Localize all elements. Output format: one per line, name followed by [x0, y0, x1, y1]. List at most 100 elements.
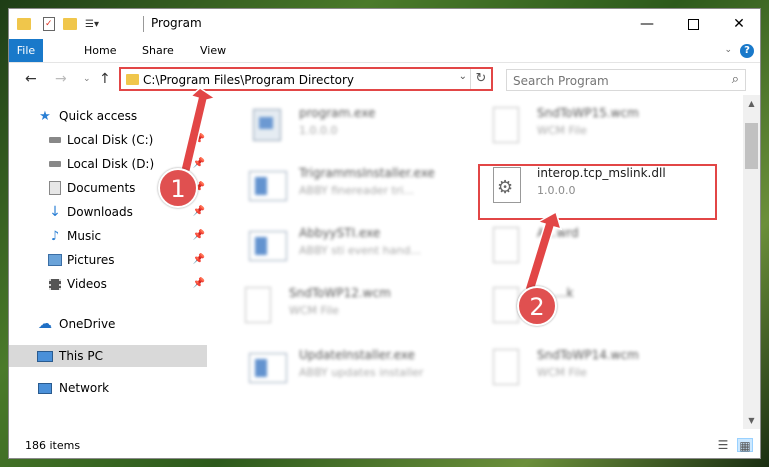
- scroll-down-icon[interactable]: ▼: [743, 412, 760, 429]
- navigation-pane: ★ Quick access Local Disk (C:) 📌 Local D…: [9, 99, 207, 429]
- pin-icon[interactable]: 📌: [193, 278, 205, 289]
- step-2-badge: 2: [517, 286, 557, 326]
- sidebar-item-pictures[interactable]: Pictures 📌: [9, 249, 207, 271]
- scroll-up-icon[interactable]: ▲: [743, 95, 760, 112]
- close-icon: ✕: [733, 16, 745, 32]
- installer-icon: [249, 103, 285, 147]
- list-item[interactable]: UpdateInstaller.exe ABBY updates install…: [233, 337, 473, 397]
- address-bar[interactable]: C:\Program Files\Program Directory ⌄ ↻: [119, 67, 493, 91]
- tiles-view-icon[interactable]: ▦: [737, 438, 753, 453]
- file-name: SndToWP12.wcm: [289, 286, 391, 300]
- list-item[interactable]: program.exe 1.0.0.0: [233, 95, 473, 155]
- music-icon: ♪: [50, 228, 60, 244]
- back-arrow-icon[interactable]: ←: [25, 71, 37, 87]
- sidebar-item-quick-access[interactable]: ★ Quick access: [9, 105, 207, 127]
- up-arrow-icon[interactable]: ↑: [99, 71, 111, 87]
- pin-icon[interactable]: 📌: [193, 230, 205, 241]
- computer-icon: [37, 349, 53, 363]
- status-bar: 186 items ☰ ▦: [9, 434, 760, 458]
- file-description: ABBY sti event hand...: [299, 244, 421, 257]
- list-item[interactable]: TrigrammsInstaller.exe ABBY finereader t…: [233, 155, 473, 215]
- maximize-icon: [687, 18, 699, 30]
- sidebar-item-label: Videos: [67, 277, 107, 291]
- ribbon-tabs: File Home Share View ⌄ ?: [9, 39, 760, 63]
- search-icon[interactable]: ⌕: [732, 72, 739, 87]
- file-name: AbbyySTI.exe: [299, 226, 381, 240]
- tab-home[interactable]: Home: [74, 39, 126, 62]
- blank-file-icon: [239, 283, 275, 327]
- sidebar-item-label: Downloads: [67, 205, 133, 219]
- list-item[interactable]: ...k: [471, 275, 711, 335]
- sidebar-item-network[interactable]: Network: [9, 377, 207, 399]
- title-bar: ✓ ☰▾ Program — ✕: [9, 9, 760, 39]
- sidebar-item-label: Pictures: [67, 253, 115, 267]
- maximize-button[interactable]: [670, 9, 716, 39]
- blank-file-icon: [487, 103, 523, 147]
- scroll-thumb[interactable]: [745, 123, 758, 169]
- sidebar-item-label: Documents: [67, 181, 136, 195]
- sidebar-item-music[interactable]: ♪ Music 📌: [9, 225, 207, 247]
- drive-icon: [47, 157, 63, 171]
- explorer-window: ✓ ☰▾ Program — ✕ File Home Share View ⌄ …: [8, 8, 761, 459]
- list-item[interactable]: SndToWP15.wcm WCM File: [471, 95, 711, 155]
- list-item[interactable]: A...wrd: [471, 215, 711, 275]
- pin-icon[interactable]: 📌: [193, 206, 205, 217]
- app-window-icon: [249, 163, 287, 207]
- tab-file[interactable]: File: [9, 39, 43, 62]
- sidebar-item-label: OneDrive: [59, 317, 116, 331]
- search-box[interactable]: ⌕: [506, 69, 746, 91]
- help-button[interactable]: ?: [740, 44, 754, 58]
- file-name: SndToWP14.wcm: [537, 348, 639, 362]
- customize-toolbar-icon[interactable]: ☰▾: [85, 19, 99, 30]
- file-description: WCM File: [537, 124, 587, 137]
- navigation-bar: ← → ⌄ ↑ C:\Program Files\Program Directo…: [9, 63, 760, 95]
- file-name: UpdateInstaller.exe: [299, 348, 415, 362]
- pictures-icon: [47, 253, 63, 267]
- sidebar-item-label: Network: [59, 381, 110, 395]
- minimize-icon: —: [640, 16, 654, 32]
- file-name: program.exe: [299, 106, 376, 120]
- documents-icon: [47, 181, 63, 195]
- properties-icon[interactable]: ✓: [43, 17, 55, 31]
- sidebar-item-onedrive[interactable]: ☁ OneDrive: [9, 313, 207, 335]
- pin-icon[interactable]: 📌: [193, 158, 205, 169]
- file-description: 1.0.0.0: [299, 124, 338, 137]
- refresh-icon[interactable]: ↻: [470, 69, 491, 89]
- tab-share[interactable]: Share: [132, 39, 184, 62]
- chevron-down-icon[interactable]: ⌄: [459, 71, 467, 82]
- cloud-icon: ☁: [38, 316, 52, 332]
- search-input[interactable]: [511, 73, 715, 89]
- sidebar-item-label: Local Disk (D:): [67, 157, 155, 171]
- details-view-icon[interactable]: ☰: [715, 438, 731, 452]
- minimize-button[interactable]: —: [624, 9, 670, 39]
- forward-arrow-icon[interactable]: →: [55, 71, 67, 87]
- vertical-scrollbar[interactable]: ▲ ▼: [743, 95, 760, 429]
- quick-access-toolbar: ✓ ☰▾: [17, 15, 99, 33]
- list-item[interactable]: SndToWP14.wcm WCM File: [471, 337, 711, 397]
- dll-highlight-box: [478, 164, 717, 220]
- recent-locations-icon[interactable]: ⌄: [83, 74, 91, 84]
- list-item[interactable]: AbbyySTI.exe ABBY sti event hand...: [233, 215, 473, 275]
- address-path: C:\Program Files\Program Directory: [143, 73, 355, 87]
- step-1-badge: 1: [158, 168, 198, 208]
- list-item[interactable]: SndToWP12.wcm WCM File: [217, 275, 457, 335]
- folder-icon[interactable]: [17, 18, 31, 30]
- sidebar-item-label: This PC: [59, 349, 103, 363]
- pin-icon[interactable]: 📌: [193, 134, 205, 145]
- tab-view[interactable]: View: [190, 39, 236, 62]
- sidebar-item-local-disk-c[interactable]: Local Disk (C:) 📌: [9, 129, 207, 151]
- download-icon: ↓: [49, 204, 61, 220]
- sidebar-item-this-pc[interactable]: This PC: [9, 345, 207, 367]
- file-description: ABBY updates installer: [299, 366, 424, 379]
- blank-file-icon: [487, 345, 523, 389]
- window-title: Program: [151, 16, 202, 30]
- expand-ribbon-icon[interactable]: ⌄: [724, 45, 732, 55]
- drive-icon: [47, 133, 63, 147]
- sidebar-item-videos[interactable]: Videos 📌: [9, 273, 207, 295]
- close-button[interactable]: ✕: [716, 9, 760, 39]
- pin-icon[interactable]: 📌: [193, 254, 205, 265]
- star-icon: ★: [39, 108, 51, 124]
- sidebar-item-label: Local Disk (C:): [67, 133, 154, 147]
- sidebar-item-label: Music: [67, 229, 102, 243]
- new-folder-icon[interactable]: [63, 18, 77, 30]
